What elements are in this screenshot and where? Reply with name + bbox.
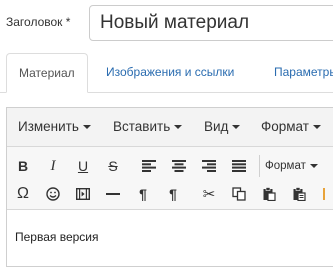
emoticon-icon[interactable]: [42, 183, 64, 205]
paste-text-icon[interactable]: [288, 183, 310, 205]
paragraph-rtl-icon[interactable]: ¶: [162, 183, 184, 205]
editor-menubar: Изменить Вставить Вид Формат: [7, 108, 333, 147]
menu-format[interactable]: Формат: [261, 108, 321, 146]
tab-images-links[interactable]: Изображения и ссылки: [94, 53, 246, 92]
editor-toolbar: B I U S Формат Ω ¶ ¶ ✂: [7, 147, 333, 210]
cut-icon[interactable]: ✂: [198, 183, 220, 205]
menu-insert-label: Вставить: [113, 119, 171, 134]
paste-icon[interactable]: [258, 183, 280, 205]
chevron-down-icon: [312, 125, 321, 130]
tab-bar: Материал Изображения и ссылки Параметры: [0, 53, 333, 93]
menu-view[interactable]: Вид: [204, 108, 241, 146]
chevron-down-icon: [174, 125, 183, 130]
align-center-icon[interactable]: [168, 155, 190, 177]
align-right-icon[interactable]: [198, 155, 220, 177]
rich-text-editor: Изменить Вставить Вид Формат B I U S Фор…: [6, 107, 333, 267]
title-label: Заголовок *: [6, 15, 71, 29]
format-dropdown[interactable]: Формат: [259, 155, 318, 177]
menu-edit-label: Изменить: [18, 119, 79, 134]
omega-icon[interactable]: Ω: [12, 183, 34, 205]
format-dropdown-label: Формат: [265, 160, 306, 172]
underline-icon[interactable]: U: [72, 155, 94, 177]
align-left-icon[interactable]: [138, 155, 160, 177]
menu-format-label: Формат: [261, 119, 309, 134]
strikethrough-icon[interactable]: S: [102, 155, 124, 177]
italic-icon[interactable]: I: [42, 155, 64, 177]
media-icon[interactable]: [72, 183, 94, 205]
text-color-indicator[interactable]: [323, 188, 325, 200]
chevron-down-icon: [309, 163, 318, 168]
editor-content-text: Первая версия: [15, 230, 99, 244]
chevron-down-icon: [232, 125, 241, 130]
bold-icon[interactable]: B: [12, 155, 34, 177]
horizontal-rule-icon[interactable]: [102, 183, 124, 205]
tab-article[interactable]: Материал: [6, 53, 88, 93]
paragraph-ltr-icon[interactable]: ¶: [132, 183, 154, 205]
align-justify-icon[interactable]: [228, 155, 250, 177]
menu-view-label: Вид: [204, 119, 229, 134]
tab-options[interactable]: Параметры: [262, 53, 333, 92]
chevron-down-icon: [82, 125, 91, 130]
editor-content-area[interactable]: Первая версия: [7, 210, 333, 266]
title-input[interactable]: Новый материал: [89, 5, 333, 41]
menu-insert[interactable]: Вставить: [113, 108, 183, 146]
copy-icon[interactable]: [228, 183, 250, 205]
menu-edit[interactable]: Изменить: [18, 108, 91, 146]
